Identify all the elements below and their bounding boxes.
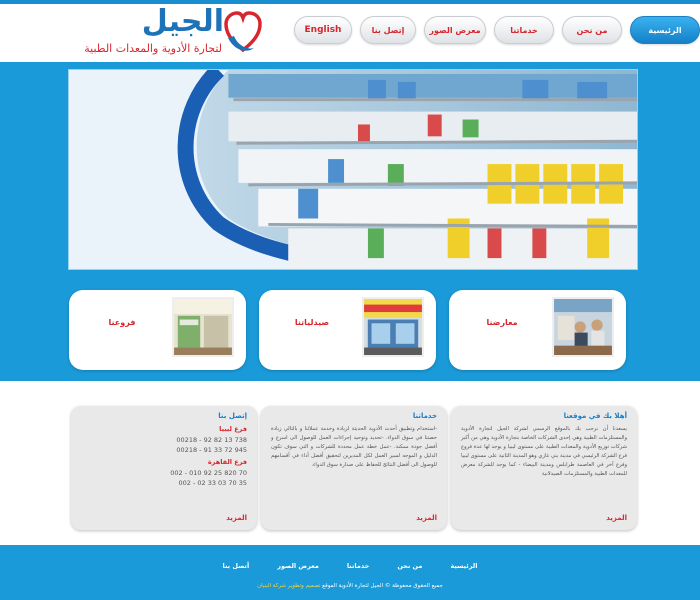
footer-link-services[interactable]: خدماتنا [347,562,369,570]
card-exhibitions-title: معارضنا [486,318,518,327]
footer-link-about[interactable]: من نحن [397,562,422,570]
branches-photo [172,297,234,357]
welcome-box: أهلا بك في موقعنا يسعدنا أن نرحب بك بالم… [451,406,637,530]
main-nav: الرئيسية من نحن خدماتنا معرض الصور إتصل … [286,16,700,50]
copyright-label: جميع الحقوق محفوظة © الجيل لتجارة الأدوي… [322,583,443,589]
heart-hand-icon [224,11,262,53]
footer-link-home[interactable]: الرئيسية [450,562,477,570]
developer-credit-link[interactable]: تصميم وتطوير شركة البنيان [257,583,320,589]
branch-libya-phone-1: 00218 - 92 82 13 738 [176,436,247,444]
hero-banner-image [68,69,638,270]
exhibitions-photo [552,297,614,357]
footer-link-contact[interactable]: أتصل بنا [223,562,250,570]
welcome-text: يسعدنا أن نرحب بك بالموقع الرسمي لشركة ا… [461,426,627,477]
logo-tagline: لتجارة الأدوية والمعدات الطبية [84,42,222,55]
logo-wordmark: الجيل [141,4,224,39]
pharmacy-shelves-image [69,70,637,269]
card-exhibitions[interactable]: معارضنا [449,290,626,370]
nav-services[interactable]: خدماتنا [494,16,554,44]
nav-gallery[interactable]: معرض الصور [424,16,486,44]
card-pharmacies-title: صيدلياتنا [294,318,330,327]
welcome-title: أهلا بك في موقعنا [563,412,627,420]
branch-cairo-title: فرع القاهرة [207,458,247,466]
branch-cairo-phone-1: 002 - 010 92 25 820 70 [170,469,247,477]
nav-about[interactable]: من نحن [562,16,622,44]
pharmacies-photo [362,297,424,357]
services-text: -استخدام وتطبيق أحدث الأدوية الحديثة لزي… [271,426,437,468]
card-branches-title: فروعنا [108,318,136,327]
contact-title: إتصل بنا [218,412,247,420]
contact-box: إتصل بنا فرع ليبيا 00218 - 92 82 13 738 … [71,406,257,530]
services-more-link[interactable]: المزيد [416,514,437,522]
branch-libya-phone-2: 00218 - 91 33 72 945 [176,446,247,454]
branch-cairo-phone-2: 002 - 02 33 03 70 35 [178,479,247,487]
site-header: الجيل لتجارة الأدوية والمعدات الطبية الر… [0,4,700,62]
welcome-more-link[interactable]: المزيد [606,514,627,522]
nav-contact[interactable]: إتصل بنا [360,16,416,44]
copyright-text: جميع الحقوق محفوظة © الجيل لتجارة الأدوي… [0,583,700,589]
footer-nav: الرئيسية من نحن خدماتنا معرض الصور أتصل … [0,562,700,570]
services-box: خدماتنا -استخدام وتطبيق أحدث الأدوية الح… [261,406,447,530]
site-logo[interactable]: الجيل لتجارة الأدوية والمعدات الطبية [62,4,262,62]
services-title: خدماتنا [412,412,437,420]
nav-home[interactable]: الرئيسية [630,16,700,44]
card-pharmacies[interactable]: صيدلياتنا [259,290,436,370]
site-footer: الرئيسية من نحن خدماتنا معرض الصور أتصل … [0,545,700,600]
card-branches[interactable]: فروعنا [69,290,246,370]
branch-libya-title: فرع ليبيا [219,425,247,433]
nav-english[interactable]: English [294,16,352,44]
contact-more-link[interactable]: المزيد [226,514,247,522]
footer-link-gallery[interactable]: معرض الصور [277,562,319,570]
